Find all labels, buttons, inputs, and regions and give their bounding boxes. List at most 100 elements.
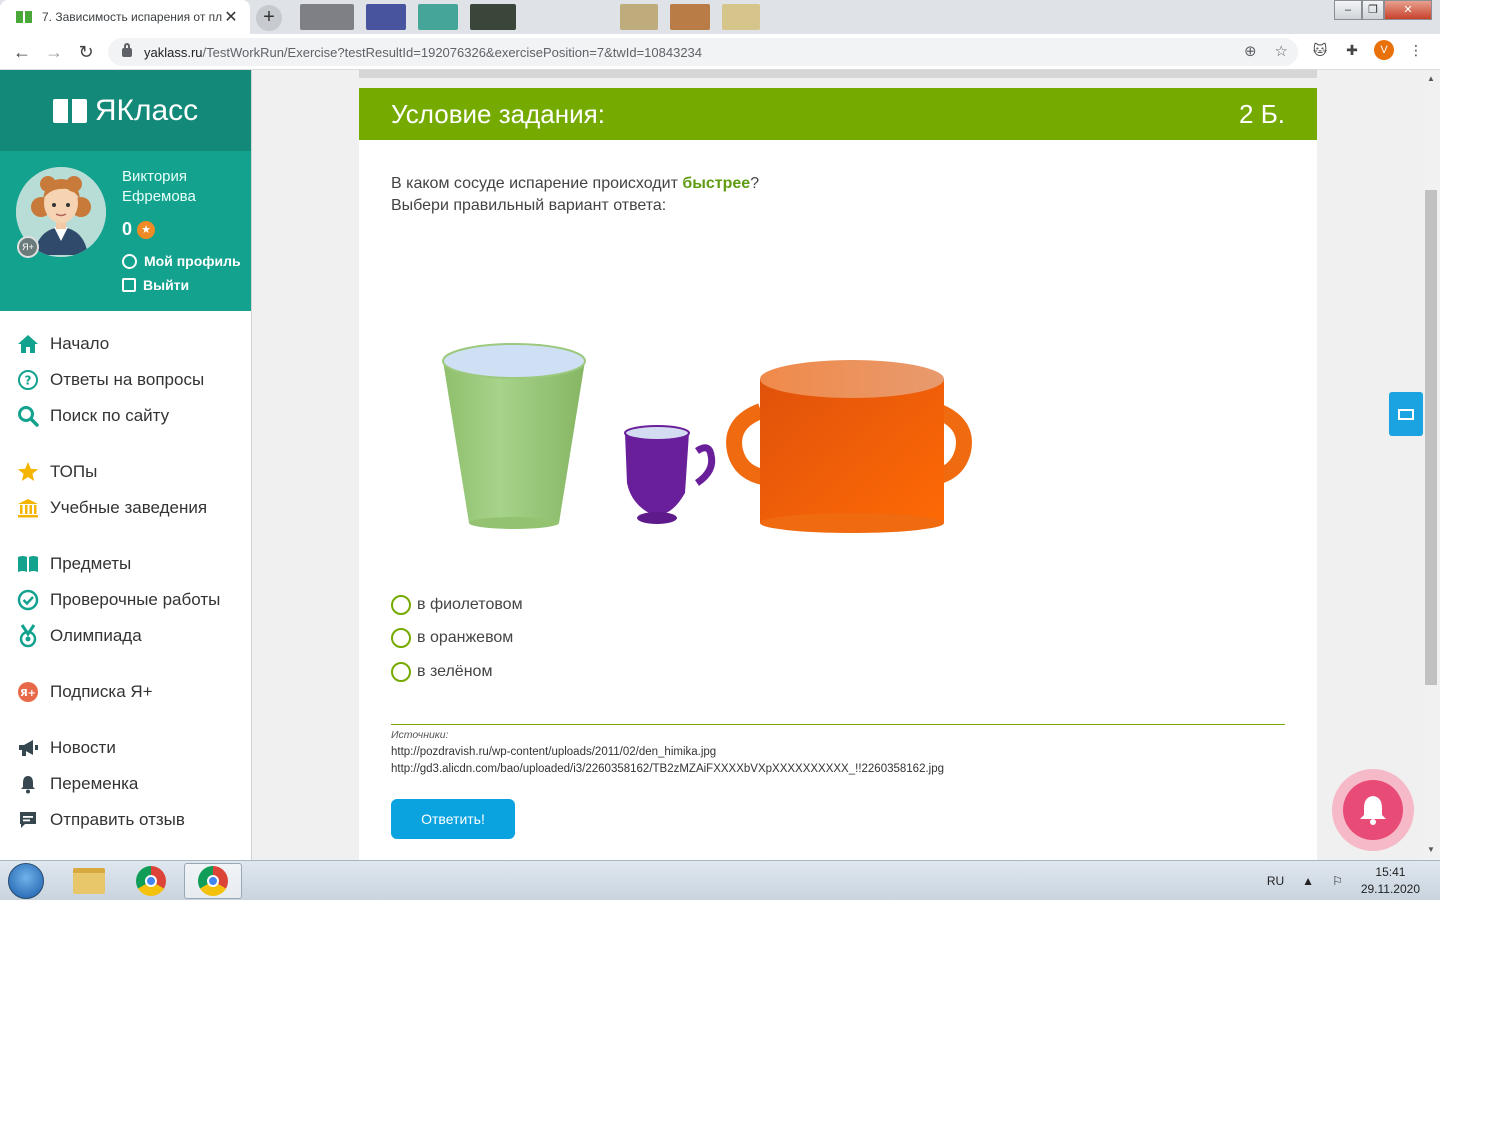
sidebar-item-search[interactable]: Поиск по сайту bbox=[0, 398, 252, 434]
chrome-icon bbox=[136, 866, 166, 896]
option-label: в оранжевом bbox=[417, 629, 514, 647]
url-path: /TestWorkRun/Exercise?testResultId=19207… bbox=[202, 44, 703, 60]
taskbar-chrome-active[interactable] bbox=[184, 863, 242, 899]
user-circle-icon bbox=[122, 253, 137, 269]
sidebar-item-subscription[interactable]: Я+ Подписка Я+ bbox=[0, 674, 252, 710]
radio-button[interactable] bbox=[391, 628, 411, 649]
sidebar-item-olympiad[interactable]: Олимпиада bbox=[0, 618, 252, 654]
profile-avatar[interactable]: V bbox=[1374, 40, 1394, 60]
logout-label: Выйти bbox=[143, 277, 190, 293]
yaklass-favicon-icon bbox=[16, 11, 32, 23]
feedback-mail-button[interactable] bbox=[1389, 392, 1423, 436]
site-logo[interactable]: ЯКласс bbox=[0, 70, 251, 151]
browser-tab[interactable]: 7. Зависимость испарения от пл ✕ bbox=[0, 0, 250, 34]
radio-button[interactable] bbox=[391, 594, 411, 615]
cat-extension-icon[interactable]: 🐱 bbox=[1310, 40, 1330, 60]
task-card: Условие задания: 2 Б. В каком сосуде исп… bbox=[359, 88, 1317, 860]
logo-text: ЯКласс bbox=[94, 93, 199, 127]
home-icon bbox=[16, 332, 40, 356]
sidebar-item-schools[interactable]: Учебные заведения bbox=[0, 490, 252, 526]
extensions-puzzle-icon[interactable]: ✚ bbox=[1342, 40, 1362, 60]
back-arrow-icon[interactable]: ← bbox=[10, 40, 34, 64]
sidebar: ЯКласс Я+ Виктория Ефремова 0 ★ Мой проф… bbox=[0, 70, 252, 860]
system-clock[interactable]: 15:41 29.11.2020 bbox=[1361, 864, 1420, 898]
open-book-icon bbox=[52, 98, 87, 123]
reload-icon[interactable]: ↻ bbox=[74, 40, 98, 64]
language-indicator[interactable]: RU bbox=[1267, 874, 1284, 888]
option-label: в фиолетовом bbox=[417, 595, 523, 613]
close-window-button[interactable]: ✕ bbox=[1384, 0, 1432, 20]
extensions-area: 🐱 ✚ V ⋮ bbox=[1310, 40, 1426, 60]
start-button[interactable] bbox=[8, 863, 44, 899]
star-coin-icon: ★ bbox=[137, 220, 156, 239]
tab-title: 7. Зависимость испарения от пл bbox=[42, 10, 222, 24]
tray-expand-icon[interactable]: ▲ bbox=[1302, 874, 1314, 888]
lock-icon bbox=[122, 42, 132, 57]
address-bar[interactable]: yaklass.ru/TestWorkRun/Exercise?testResu… bbox=[108, 38, 1298, 66]
install-app-icon[interactable]: ⊕ bbox=[1244, 42, 1257, 60]
chrome-icon bbox=[198, 866, 228, 896]
option-green[interactable]: в зелёном bbox=[391, 655, 523, 689]
scroll-down-icon[interactable]: ▼ bbox=[1427, 845, 1436, 854]
forward-arrow-icon[interactable]: → bbox=[42, 40, 66, 64]
clock-time: 15:41 bbox=[1375, 865, 1406, 879]
chrome-menu-icon[interactable]: ⋮ bbox=[1406, 40, 1426, 60]
svg-text:Я+: Я+ bbox=[20, 688, 36, 699]
sidebar-menu: Начало ? Ответы на вопросы Поиск по сайт… bbox=[0, 326, 252, 838]
user-last-name: Ефремова bbox=[122, 188, 196, 205]
search-icon bbox=[16, 404, 40, 428]
new-tab-button[interactable]: + bbox=[256, 5, 282, 31]
sidebar-item-label: Новости bbox=[50, 738, 116, 757]
user-first-name: Виктория bbox=[122, 168, 188, 185]
url-host: yaklass.ru bbox=[144, 44, 203, 60]
option-purple[interactable]: в фиолетовом bbox=[391, 588, 523, 622]
tab-close-icon[interactable]: ✕ bbox=[222, 7, 240, 27]
bookmark-star-icon[interactable]: ☆ bbox=[1275, 42, 1288, 60]
school-icon bbox=[16, 496, 40, 520]
sidebar-item-home[interactable]: Начало bbox=[0, 326, 252, 362]
submit-answer-button[interactable]: Ответить! bbox=[391, 799, 515, 839]
check-circle-icon bbox=[16, 588, 40, 612]
notifications-button[interactable] bbox=[1332, 769, 1414, 851]
sidebar-item-label: Учебные заведения bbox=[50, 498, 208, 517]
user-name[interactable]: Виктория Ефремова bbox=[122, 167, 242, 207]
points-counter: 0 ★ bbox=[122, 219, 156, 240]
source-link[interactable]: http://pozdravish.ru/wp-content/uploads/… bbox=[391, 744, 944, 761]
sidebar-item-label: Подписка Я+ bbox=[50, 682, 153, 701]
purple-mug bbox=[624, 425, 716, 524]
sidebar-item-news[interactable]: Новости bbox=[0, 730, 252, 766]
maximize-button[interactable]: ❐ bbox=[1362, 0, 1384, 20]
taskbar-chrome[interactable] bbox=[122, 863, 180, 899]
vessels-illustration bbox=[439, 343, 999, 543]
option-orange[interactable]: в оранжевом bbox=[391, 622, 523, 656]
answer-options: в фиолетовом в оранжевом в зелёном bbox=[391, 588, 523, 689]
scroll-thumb[interactable] bbox=[1425, 190, 1437, 685]
sidebar-item-feedback[interactable]: Отправить отзыв bbox=[0, 802, 252, 838]
feedback-icon bbox=[16, 808, 40, 832]
omnibox-icons: ⊕ ☆ bbox=[1244, 42, 1288, 60]
star-icon bbox=[16, 460, 40, 484]
logout-link[interactable]: Выйти bbox=[122, 277, 189, 293]
taskbar-explorer[interactable] bbox=[60, 863, 118, 899]
minimize-button[interactable]: – bbox=[1334, 0, 1362, 20]
my-profile-link[interactable]: Мой профиль bbox=[122, 253, 241, 269]
subscription-badge: Я+ bbox=[17, 236, 39, 258]
action-center-flag-icon[interactable]: ⚐ bbox=[1332, 874, 1343, 888]
url-text[interactable]: yaklass.ru/TestWorkRun/Exercise?testResu… bbox=[144, 45, 702, 60]
scroll-up-icon[interactable]: ▲ bbox=[1427, 74, 1436, 83]
megaphone-icon bbox=[16, 736, 40, 760]
sidebar-item-tops[interactable]: ТОПы bbox=[0, 454, 252, 490]
source-link[interactable]: http://gd3.alicdn.com/bao/uploaded/i3/22… bbox=[391, 761, 944, 778]
sidebar-item-break[interactable]: Переменка bbox=[0, 766, 252, 802]
sidebar-item-subjects[interactable]: Предметы bbox=[0, 546, 252, 582]
option-label: в зелёном bbox=[417, 662, 493, 680]
sidebar-item-answers[interactable]: ? Ответы на вопросы bbox=[0, 362, 252, 398]
radio-button[interactable] bbox=[391, 661, 411, 682]
sidebar-item-label: Начало bbox=[50, 334, 110, 353]
task-points: 2 Б. bbox=[1239, 98, 1285, 129]
question-circle-icon: ? bbox=[16, 368, 40, 392]
instruction-text: Выбери правильный вариант ответа: bbox=[391, 197, 667, 214]
page-scrollbar[interactable]: ▲ ▼ bbox=[1423, 70, 1440, 860]
sidebar-item-label: Отправить отзыв bbox=[50, 810, 185, 829]
sidebar-item-tests[interactable]: Проверочные работы bbox=[0, 582, 252, 618]
